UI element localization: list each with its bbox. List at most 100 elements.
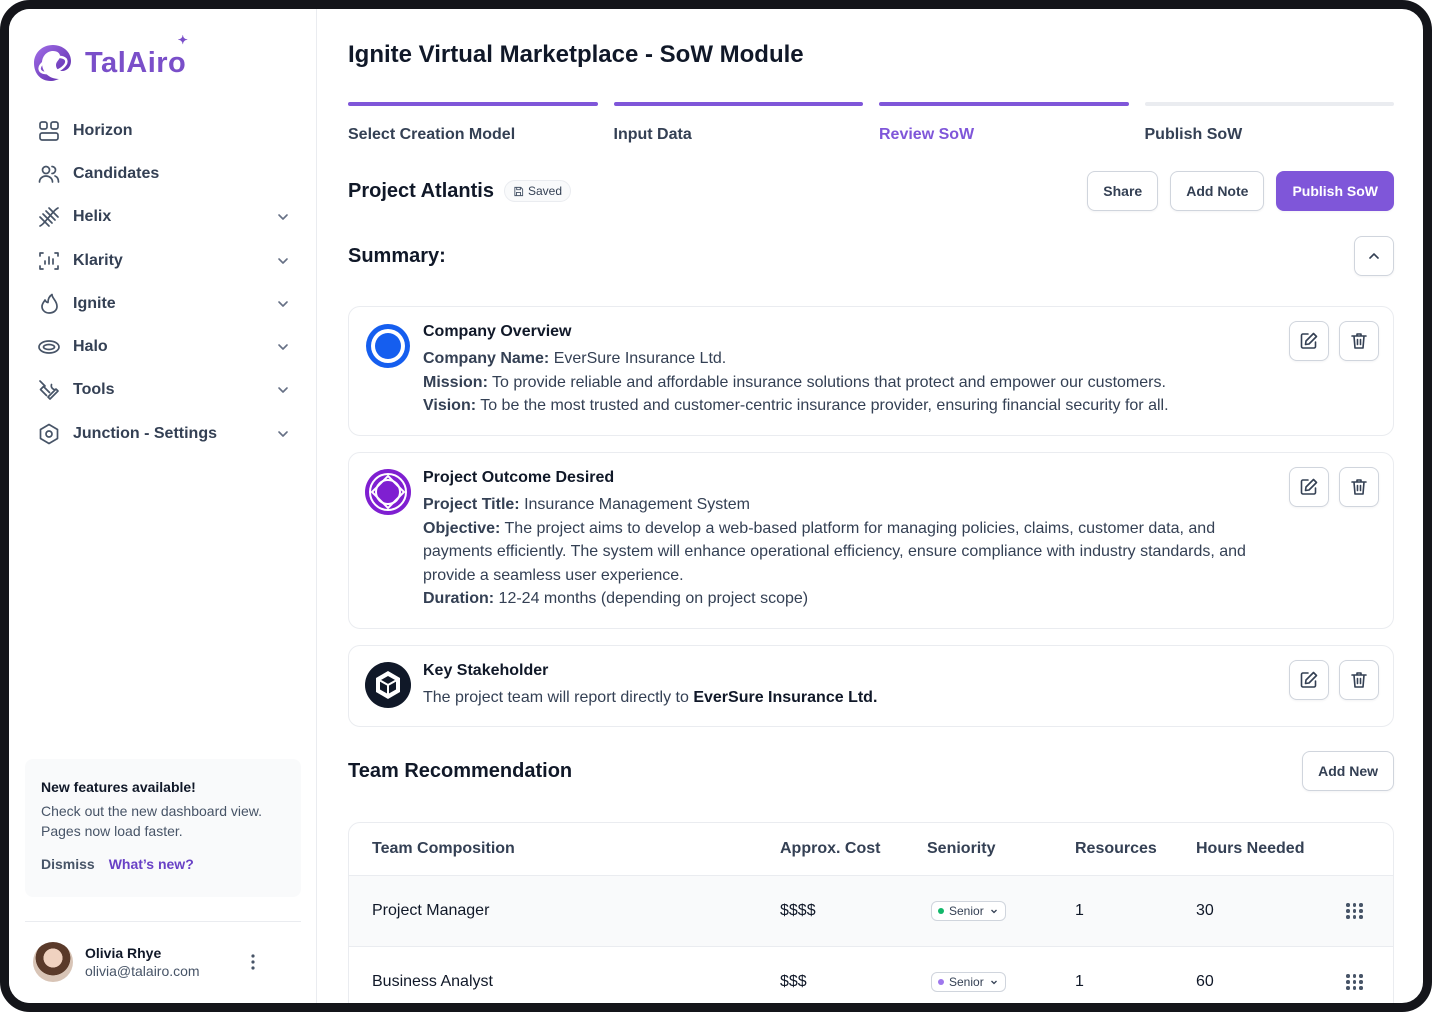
sidebar-item-horizon[interactable]: Horizon — [29, 109, 299, 152]
collapse-button[interactable] — [1354, 236, 1394, 276]
more-vertical-icon[interactable] — [243, 952, 263, 972]
dismiss-link[interactable]: Dismiss — [41, 856, 95, 872]
lens-pattern-icon — [365, 469, 411, 515]
col-seniority[interactable]: Seniority — [927, 840, 1075, 858]
sidebar-item-label: Klarity — [73, 251, 123, 269]
add-note-button[interactable]: Add Note — [1170, 171, 1265, 211]
sidebar-item-label: Helix — [73, 208, 112, 226]
edit-button[interactable] — [1289, 467, 1329, 507]
halo-ring-icon — [37, 335, 61, 359]
vision-key: Vision: — [423, 397, 477, 414]
chevron-down-icon[interactable] — [275, 209, 291, 225]
delete-button[interactable] — [1339, 660, 1379, 700]
card-title: Key Stakeholder — [423, 662, 549, 679]
company-overview-card: Company Overview Company Name: EverSure … — [348, 306, 1394, 436]
stakeholder-company: EverSure Insurance Ltd. — [693, 689, 878, 706]
step-input-data[interactable]: Input Data — [613, 102, 863, 144]
sidebar-item-halo[interactable]: Halo — [29, 325, 299, 368]
table-row[interactable]: Project Manager $$$$ Senior 1 30 — [349, 876, 1393, 947]
sidebar-item-klarity[interactable]: Klarity — [29, 239, 299, 282]
sidebar-item-ignite[interactable]: Ignite — [29, 282, 299, 325]
col-hours-needed[interactable]: Hours Needed — [1196, 840, 1346, 858]
mission-value: To provide reliable and affordable insur… — [487, 373, 1166, 391]
seniority-value: Senior — [949, 904, 984, 918]
drag-handle-icon[interactable] — [1346, 974, 1370, 990]
avatar[interactable] — [33, 942, 73, 982]
edit-icon — [1300, 478, 1318, 495]
dna-icon — [37, 205, 61, 229]
table-header: Team Composition Approx. Cost Seniority … — [349, 823, 1393, 876]
cell-hours: 60 — [1196, 973, 1214, 990]
col-team-composition[interactable]: Team Composition — [372, 840, 780, 858]
edit-button[interactable] — [1289, 321, 1329, 361]
seniority-select[interactable]: Senior — [931, 901, 1006, 921]
seniority-select[interactable]: Senior — [931, 972, 1006, 992]
scan-chart-icon — [37, 249, 61, 273]
col-approx-cost[interactable]: Approx. Cost — [780, 840, 927, 858]
sidebar-item-tools[interactable]: Tools — [29, 369, 299, 412]
edit-icon — [1300, 671, 1318, 688]
cell-hours: 30 — [1196, 902, 1214, 919]
step-label: Input Data — [613, 126, 692, 143]
step-review-sow[interactable]: Review SoW — [879, 102, 1129, 144]
step-label: Select Creation Model — [348, 126, 516, 143]
step-label: Review SoW — [879, 126, 975, 143]
sidebar-item-label: Ignite — [73, 294, 116, 312]
step-select-creation-model[interactable]: Select Creation Model — [348, 102, 598, 144]
project-title: Project Atlantis — [348, 179, 494, 202]
brand-logo[interactable]: TalAiro ✦ — [31, 33, 188, 85]
app-window: TalAiro ✦ Horizon Candidates Helix Klarity Ig… — [0, 0, 1432, 1012]
chevron-down-icon[interactable] — [275, 253, 291, 269]
cell-resources: 1 — [1075, 902, 1084, 919]
cell-role: Business Analyst — [372, 973, 493, 990]
chevron-down-icon[interactable] — [275, 382, 291, 398]
seniority-value: Senior — [949, 975, 984, 989]
publish-sow-button[interactable]: Publish SoW — [1276, 171, 1394, 211]
col-resources[interactable]: Resources — [1075, 840, 1196, 858]
edit-button[interactable] — [1289, 660, 1329, 700]
share-button[interactable]: Share — [1087, 171, 1159, 211]
talairo-logo-icon — [34, 45, 71, 81]
promo-title: New features available! — [41, 779, 196, 795]
mission-key: Mission: — [423, 373, 488, 391]
chevron-down-icon — [990, 980, 997, 985]
sidebar-item-label: Halo — [73, 338, 108, 356]
drag-handle-icon[interactable] — [1346, 903, 1370, 919]
delete-button[interactable] — [1339, 467, 1379, 507]
add-new-button[interactable]: Add New — [1302, 751, 1394, 791]
promo-line-1: Check out the new dashboard view. — [41, 803, 263, 819]
user-name: Olivia Rhye — [85, 945, 162, 961]
team-header: Team Recommendation Add New — [348, 751, 1394, 791]
cube-icon — [365, 662, 411, 708]
objective-value: The project aims to develop a web-based … — [423, 519, 1246, 584]
card-title: Project Outcome Desired — [423, 469, 615, 486]
team-title: Team Recommendation — [348, 759, 573, 782]
summary-title: Summary: — [348, 244, 446, 267]
brand-name: TalAiro — [85, 46, 187, 79]
edit-icon — [1300, 332, 1318, 349]
chevron-down-icon[interactable] — [275, 296, 291, 312]
team-table: Team Composition Approx. Cost Seniority … — [348, 822, 1394, 1003]
project-title-value: Insurance Management System — [519, 496, 750, 513]
sidebar-item-candidates[interactable]: Candidates — [29, 152, 299, 195]
feature-promo-card: New features available! Check out the ne… — [25, 759, 301, 897]
whats-new-link[interactable]: What’s new? — [109, 856, 194, 872]
company-name-value: EverSure Insurance Ltd. — [549, 350, 727, 367]
save-icon — [514, 186, 524, 196]
table-row[interactable]: Business Analyst $$$ Senior 1 60 — [349, 947, 1393, 1003]
cell-resources: 1 — [1075, 973, 1084, 990]
chevron-down-icon[interactable] — [275, 426, 291, 442]
sidebar-item-helix[interactable]: Helix — [29, 196, 299, 239]
sidebar-item-label: Candidates — [73, 164, 160, 182]
chevron-down-icon — [990, 909, 997, 914]
sidebar-item-junction-settings[interactable]: Junction - Settings — [29, 412, 299, 455]
status-badge: Saved — [503, 180, 571, 202]
user-profile[interactable]: Olivia Rhye olivia@talairo.com — [25, 921, 301, 982]
cell-role: Project Manager — [372, 902, 490, 919]
summary-header: Summary: — [348, 236, 1394, 276]
main-content: Ignite Virtual Marketplace - SoW Module … — [348, 9, 1394, 1003]
step-publish-sow[interactable]: Publish SoW — [1144, 102, 1394, 144]
users-icon — [37, 162, 61, 186]
delete-button[interactable] — [1339, 321, 1379, 361]
chevron-down-icon[interactable] — [275, 339, 291, 355]
